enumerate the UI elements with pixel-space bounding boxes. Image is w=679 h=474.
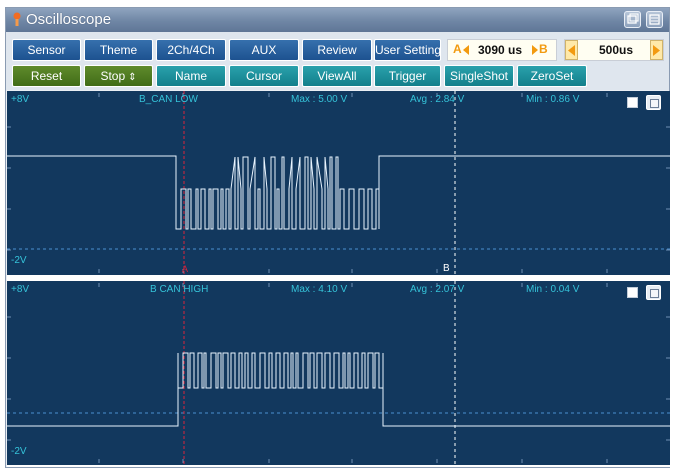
- channel-1-checkbox[interactable]: [627, 97, 638, 108]
- toolbar: Sensor Theme 2Ch/4Ch AUX Review User Set…: [6, 32, 669, 90]
- trigger-button[interactable]: Trigger: [374, 65, 441, 87]
- cursor-delta-display: A 3090 us B: [447, 39, 557, 61]
- menu-icon[interactable]: [646, 11, 663, 28]
- cursor-a-marker[interactable]: A: [182, 264, 188, 274]
- channel-1-bottom-label: -2V: [11, 255, 27, 266]
- restore-window-icon[interactable]: [624, 11, 641, 28]
- theme-button[interactable]: Theme: [84, 39, 153, 61]
- left-arrow-icon: [568, 45, 575, 56]
- channel-2-waveform: [7, 281, 670, 465]
- timebase-decrease-button[interactable]: [565, 40, 578, 60]
- channel-1-waveform: [7, 91, 670, 275]
- channel-2-bottom-label: -2V: [11, 446, 27, 457]
- title-bar: Oscilloscope: [6, 8, 669, 32]
- channel-2-checkbox[interactable]: [627, 287, 638, 298]
- channel-2-max: Max : 4.10 V: [291, 284, 348, 295]
- channel-1-top-label: +8V: [11, 94, 30, 105]
- channel-1-max: Max : 5.00 V: [291, 94, 348, 105]
- signal-trace: [7, 352, 670, 427]
- view-all-button[interactable]: ViewAll: [302, 65, 372, 87]
- channel-1-options-icon[interactable]: [646, 95, 661, 110]
- review-button[interactable]: Review: [302, 39, 372, 61]
- sensor-button[interactable]: Sensor: [12, 39, 81, 61]
- reset-button[interactable]: Reset: [12, 65, 81, 87]
- stop-button[interactable]: Stop ⇕: [84, 65, 153, 87]
- cursor-b-marker[interactable]: B: [443, 263, 450, 274]
- right-arrow-icon: [532, 45, 538, 55]
- stop-toggle-arrows-icon: ⇕: [128, 72, 137, 83]
- channel-mode-button[interactable]: 2Ch/4Ch: [156, 39, 226, 61]
- channel-2-avg: Avg : 2.07 V: [410, 284, 465, 295]
- channel-1-avg: Avg : 2.84 V: [410, 94, 465, 105]
- channel-2-options-icon[interactable]: [646, 285, 661, 300]
- aux-button[interactable]: AUX: [229, 39, 299, 61]
- user-setting-button[interactable]: User Setting: [374, 39, 441, 61]
- channel-1-name: B_CAN LOW: [139, 94, 198, 105]
- cursor-a-label: A: [453, 42, 462, 56]
- cursor-button[interactable]: Cursor: [229, 65, 299, 87]
- single-shot-button[interactable]: SingleShot: [444, 65, 514, 87]
- scope-display: +8V B_CAN LOW Max : 5.00 V Avg : 2.84 V …: [7, 91, 670, 467]
- name-button[interactable]: Name: [156, 65, 226, 87]
- channel-2-screen[interactable]: +8V B CAN HIGH Max : 4.10 V Avg : 2.07 V…: [7, 281, 670, 465]
- probe-icon: [13, 12, 21, 26]
- zero-set-button[interactable]: ZeroSet: [517, 65, 587, 87]
- timebase-increase-button[interactable]: [650, 40, 663, 60]
- cursor-delta-value: 3090 us: [478, 43, 523, 57]
- channel-2-top-label: +8V: [11, 284, 30, 295]
- right-arrow-icon: [653, 45, 660, 56]
- channel-2-name: B CAN HIGH: [150, 284, 209, 295]
- left-arrow-icon: [463, 45, 469, 55]
- signal-trace: [7, 155, 670, 230]
- stop-label: Stop: [100, 69, 126, 83]
- cursor-b-label: B: [539, 42, 548, 56]
- timebase-value: 500us: [599, 43, 634, 57]
- window-title: Oscilloscope: [26, 11, 112, 28]
- timebase-control: 500us: [564, 39, 664, 61]
- oscilloscope-window: Oscilloscope Sensor Theme 2Ch/4Ch AUX Re…: [5, 7, 670, 468]
- channel-1-screen[interactable]: +8V B_CAN LOW Max : 5.00 V Avg : 2.84 V …: [7, 91, 670, 275]
- channel-2-min: Min : 0.04 V: [526, 284, 580, 295]
- channel-1-min: Min : 0.86 V: [526, 94, 580, 105]
